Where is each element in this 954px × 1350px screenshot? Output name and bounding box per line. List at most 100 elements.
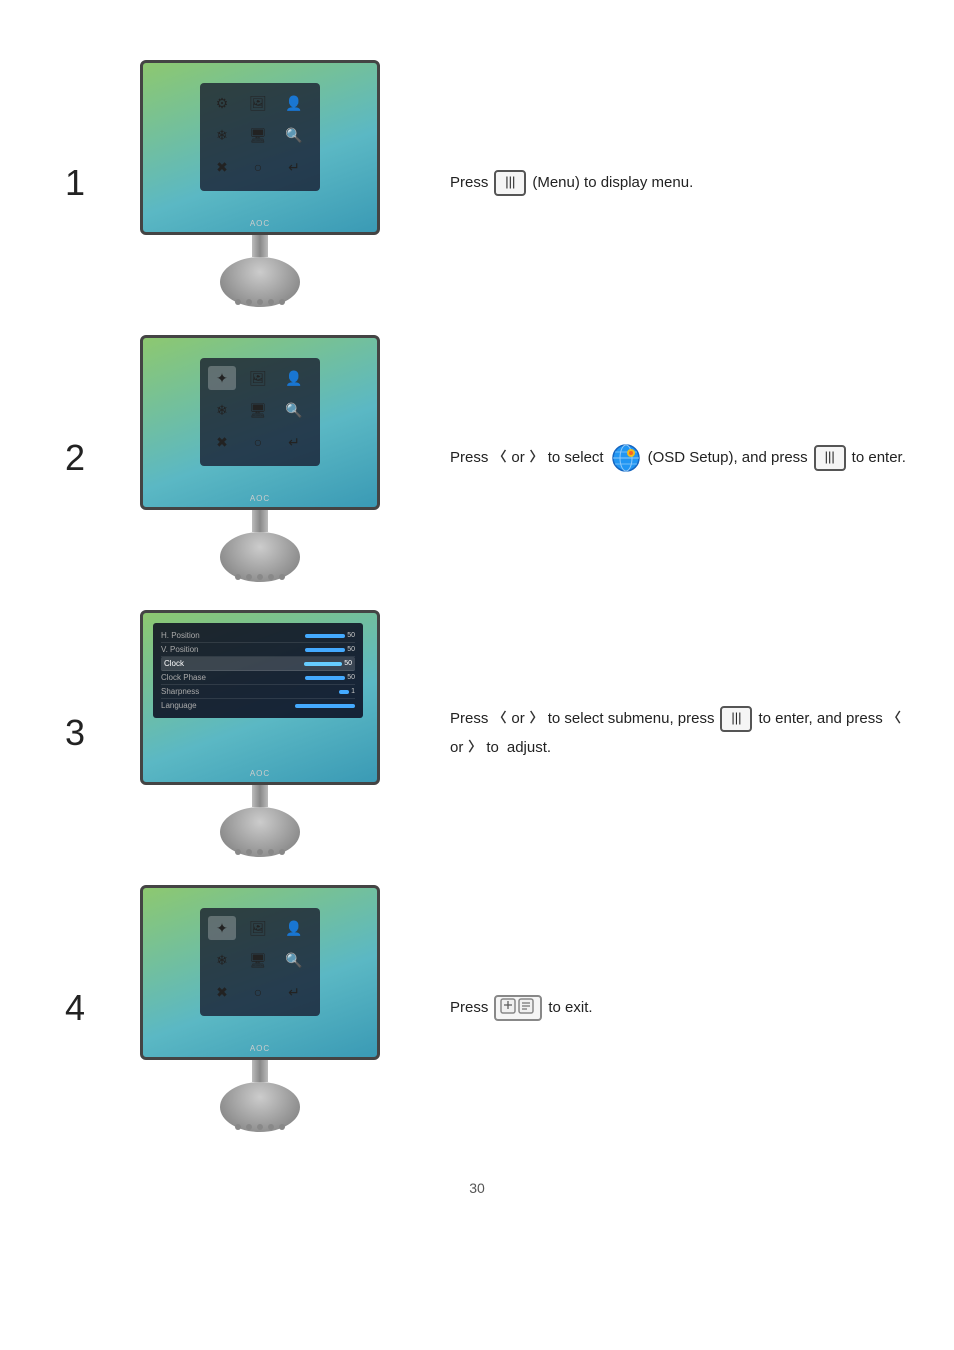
stand-neck-2 [252, 510, 268, 532]
monitor-brand-4: AOC [250, 1044, 270, 1053]
osd-icon-picture-2: 🖼 [244, 366, 272, 390]
step-2-or-label: or [511, 446, 524, 470]
step-4-description: Press to exit. [410, 995, 914, 1021]
left-arrow-3b: 〈 [888, 708, 901, 729]
osd-icon-enter-4: ↵ [280, 980, 308, 1004]
right-arrow-3a: 〉 [530, 708, 543, 729]
monitor-brand-1: AOC [250, 219, 270, 228]
step-2-number: 2 [40, 437, 110, 479]
step-3-number: 3 [40, 712, 110, 754]
monitor-screen-3: H. Position 50 V. Position 50 [140, 610, 380, 785]
submenu-row-phase: Clock Phase 50 [161, 671, 355, 685]
osd-icon-display-2: 🖥 [244, 398, 272, 422]
monitor-screen-1: ⚙ 🖼 👤 ❄ 🖥 🔍 ✖ ○ ↵ AOC [140, 60, 380, 235]
page: 1 ⚙ 🖼 👤 ❄ 🖥 🔍 ✖ ○ ↵ AOC [0, 0, 954, 1350]
monitor-screen-4: ✦ 🖼 👤 ❄ 🖥 🔍 ✖ ○ ↵ AOC [140, 885, 380, 1060]
submenu-row-hpos: H. Position 50 [161, 629, 355, 643]
exit-button-icon [494, 995, 542, 1021]
stand-dots-4 [235, 1124, 285, 1130]
step-3-select-sub: to select submenu, press [548, 707, 715, 731]
submenu-row-sharp: Sharpness 1 [161, 685, 355, 699]
left-arrow-2a: 〈 [493, 447, 506, 468]
step-4-text: Press to exit. [450, 995, 914, 1021]
stand-neck-1 [252, 235, 268, 257]
osd-icon-enter: ↵ [280, 155, 308, 179]
step-4-number: 4 [40, 987, 110, 1029]
step-2-to-select: to select [548, 446, 604, 470]
osd-icon-close-4: ✖ [208, 980, 236, 1004]
step-1-description: Press ||| (Menu) to display menu. [410, 170, 914, 196]
left-arrow-3a: 〈 [493, 708, 506, 729]
step-3-or-2: or [450, 736, 463, 760]
right-arrow-3b: 〉 [468, 737, 481, 758]
osd-icon-magnify-4: 🔍 [280, 948, 308, 972]
osd-icon-circle-4: ○ [244, 980, 272, 1004]
osd-icon-user-2: 👤 [280, 366, 308, 390]
step-2-osd-label: (OSD Setup), and press [648, 446, 808, 470]
osd-icon-close: ✖ [208, 155, 236, 179]
osd-icon-color-4: ❄ [208, 948, 236, 972]
osd-icon-magnify-2: 🔍 [280, 398, 308, 422]
step-2-to-enter: to enter. [852, 446, 906, 470]
step-2-description: Press 〈 or 〉 to select (OSD Setup), and … [410, 443, 914, 473]
osd-icon-display-4: 🖥 [244, 948, 272, 972]
step-2-text: Press 〈 or 〉 to select (OSD Setup), and … [450, 443, 914, 473]
step-4-to-exit: to exit. [548, 996, 592, 1020]
osd-icon-color: ❄ [208, 123, 236, 147]
menu-button-icon-2: ||| [814, 445, 846, 471]
step-3-to-enter: to enter, and press [758, 707, 882, 731]
osd-icon-circle: ○ [244, 155, 272, 179]
step-1-number: 1 [40, 162, 110, 204]
step-3-monitor: H. Position 50 V. Position 50 [110, 610, 410, 855]
menu-button-icon-1: ||| [494, 170, 526, 196]
step-3-or-1: or [511, 707, 524, 731]
page-number: 30 [40, 1180, 914, 1196]
osd-icon-circle-2: ○ [244, 430, 272, 454]
step-4-row: 4 ✦ 🖼 👤 ❄ 🖥 🔍 ✖ ○ ↵ AOC [40, 885, 914, 1130]
osd-menu-2: ✦ 🖼 👤 ❄ 🖥 🔍 ✖ ○ ↵ [200, 358, 320, 466]
osd-icon-display: 🖥 [244, 123, 272, 147]
stand-dots-1 [235, 299, 285, 305]
step-1-menu-label: (Menu) to display menu. [532, 171, 693, 195]
step-3-text: Press 〈 or 〉 to select submenu, press ||… [450, 706, 914, 760]
osd-submenu-3: H. Position 50 V. Position 50 [153, 623, 363, 718]
stand-neck-3 [252, 785, 268, 807]
right-arrow-2a: 〉 [530, 447, 543, 468]
osd-icon-picture-4: 🖼 [244, 916, 272, 940]
monitor-screen-2: ✦ 🖼 👤 ❄ 🖥 🔍 ✖ ○ ↵ AOC [140, 335, 380, 510]
submenu-row-clock: Clock 50 [161, 657, 355, 671]
osd-menu-4: ✦ 🖼 👤 ❄ 🖥 🔍 ✖ ○ ↵ [200, 908, 320, 1016]
osd-icon-user: 👤 [280, 91, 308, 115]
osd-icon-settings: ⚙ [208, 91, 236, 115]
monitor-brand-2: AOC [250, 494, 270, 503]
step-3-row: 3 H. Position 50 V. Position [40, 610, 914, 855]
step-1-press-label: Press [450, 171, 488, 195]
step-3-to: to [486, 736, 499, 760]
step-3-adjust: adjust. [507, 736, 551, 760]
stand-dots-3 [235, 849, 285, 855]
step-2-press-label: Press [450, 446, 488, 470]
osd-icon-close-2: ✖ [208, 430, 236, 454]
step-4-monitor: ✦ 🖼 👤 ❄ 🖥 🔍 ✖ ○ ↵ AOC [110, 885, 410, 1130]
globe-icon [611, 443, 641, 473]
step-1-monitor: ⚙ 🖼 👤 ❄ 🖥 🔍 ✖ ○ ↵ AOC [110, 60, 410, 305]
osd-icon-picture: 🖼 [244, 91, 272, 115]
stand-neck-4 [252, 1060, 268, 1082]
osd-icon-magnify: 🔍 [280, 123, 308, 147]
step-1-row: 1 ⚙ 🖼 👤 ❄ 🖥 🔍 ✖ ○ ↵ AOC [40, 60, 914, 305]
step-2-monitor: ✦ 🖼 👤 ❄ 🖥 🔍 ✖ ○ ↵ AOC [110, 335, 410, 580]
step-2-row: 2 ✦ 🖼 👤 ❄ 🖥 🔍 ✖ ○ ↵ AOC [40, 335, 914, 580]
osd-icon-enter-2: ↵ [280, 430, 308, 454]
submenu-row-vpos: V. Position 50 [161, 643, 355, 657]
step-3-press-label: Press [450, 707, 488, 731]
osd-icon-star: ✦ [208, 366, 236, 390]
osd-menu-1: ⚙ 🖼 👤 ❄ 🖥 🔍 ✖ ○ ↵ [200, 83, 320, 191]
step-4-press-label: Press [450, 996, 488, 1020]
osd-icon-user-4: 👤 [280, 916, 308, 940]
monitor-brand-3: AOC [250, 769, 270, 778]
osd-icon-star-4: ✦ [208, 916, 236, 940]
submenu-row-lang: Language [161, 699, 355, 712]
step-1-text: Press ||| (Menu) to display menu. [450, 170, 914, 196]
osd-icon-color-2: ❄ [208, 398, 236, 422]
menu-button-icon-3: ||| [720, 706, 752, 732]
